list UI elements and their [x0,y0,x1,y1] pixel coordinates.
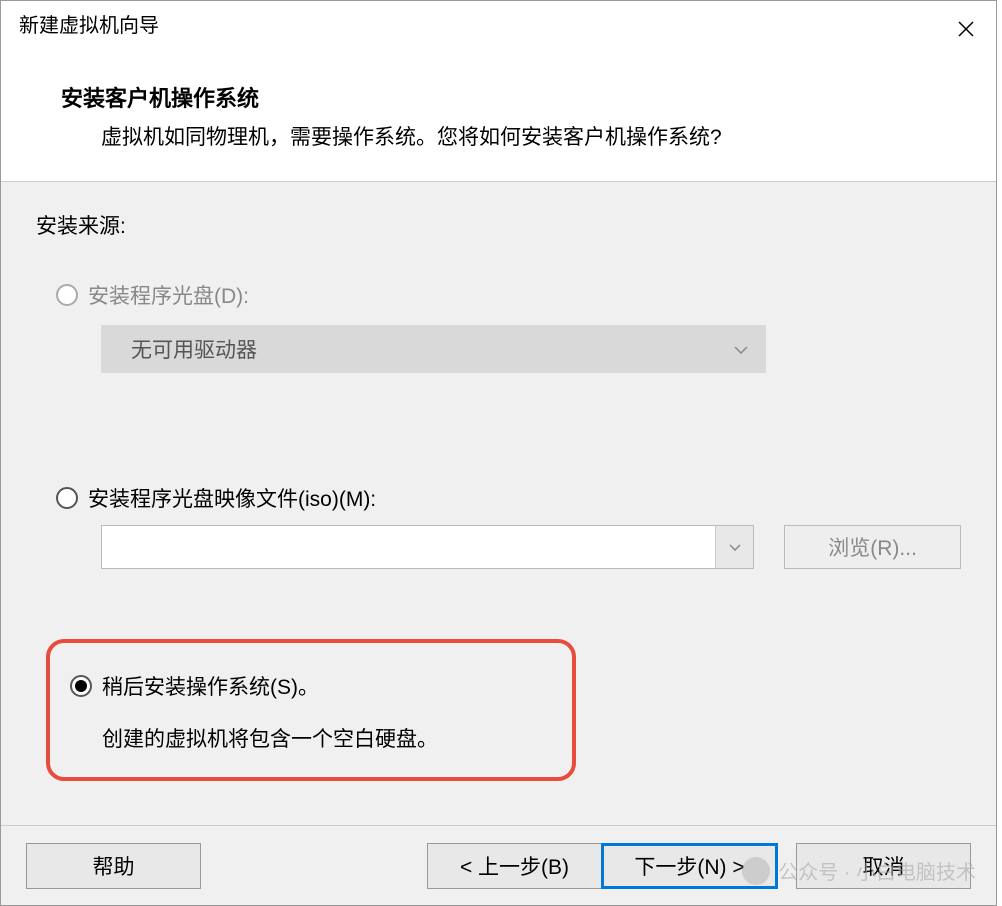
watermark: 公众号 · 小白电脑技术 [742,856,976,885]
previous-button[interactable]: < 上一步(B) [427,843,602,889]
radio-later-circle [70,675,92,697]
title-bar: 新建虚拟机向导 [1,1,996,51]
new-vm-wizard-dialog: 新建虚拟机向导 安装客户机操作系统 虚拟机如同物理机，需要操作系统。您将如何安装… [0,0,997,906]
dialog-title: 新建虚拟机向导 [19,9,159,38]
radio-option-iso[interactable]: 安装程序光盘映像文件(iso)(M): [56,483,961,513]
header-title: 安装客户机操作系统 [61,81,936,113]
close-icon [957,20,975,38]
help-button[interactable]: 帮助 [26,843,201,889]
wechat-icon [742,857,770,885]
radio-option-disc: 安装程序光盘(D): [56,280,961,310]
browse-button[interactable]: 浏览(R)... [784,525,961,569]
install-later-description: 创建的虚拟机将包含一个空白硬盘。 [102,723,552,753]
disc-dropdown-text: 无可用驱动器 [131,334,257,364]
disc-drive-dropdown: 无可用驱动器 [101,325,766,373]
highlight-annotation-box: 稍后安装操作系统(S)。 创建的虚拟机将包含一个空白硬盘。 [46,639,576,781]
install-source-label: 安装来源: [36,210,961,240]
header-subtitle: 虚拟机如同物理机，需要操作系统。您将如何安装客户机操作系统? [101,121,936,151]
header-section: 安装客户机操作系统 虚拟机如同物理机，需要操作系统。您将如何安装客户机操作系统? [1,51,996,181]
watermark-text: 公众号 · 小白电脑技术 [778,856,976,885]
radio-later-label: 稍后安装操作系统(S)。 [102,671,319,701]
close-button[interactable] [936,9,996,49]
radio-iso-label: 安装程序光盘映像文件(iso)(M): [88,483,376,513]
iso-combo-dropdown-button[interactable] [715,526,753,568]
content-area: 安装来源: 安装程序光盘(D): 无可用驱动器 安装程序光盘映像文件(iso)(… [1,182,996,825]
iso-path-combobox[interactable] [101,525,754,569]
radio-iso-circle [56,487,78,509]
chevron-down-icon [729,544,741,551]
chevron-down-icon [734,341,748,357]
radio-option-install-later[interactable]: 稍后安装操作系统(S)。 [70,671,552,701]
radio-disc-circle [56,284,78,306]
radio-disc-label: 安装程序光盘(D): [88,280,249,310]
